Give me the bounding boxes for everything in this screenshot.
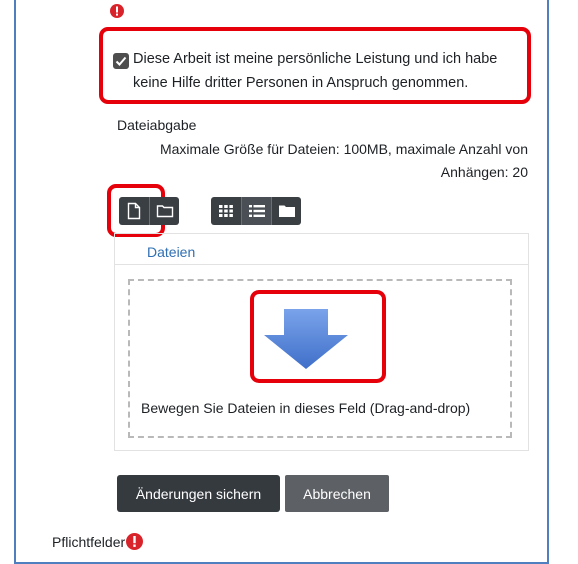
grid-view-icon bbox=[219, 205, 233, 217]
file-limits-text: Maximale Größe für Dateien: 100MB, maxim… bbox=[159, 141, 528, 180]
folder-icon bbox=[156, 205, 173, 218]
declaration-label: Diese Arbeit ist meine persönliche Leist… bbox=[133, 51, 498, 91]
icon-view-button[interactable] bbox=[211, 197, 241, 225]
required-icon bbox=[110, 4, 124, 18]
add-file-button[interactable] bbox=[119, 197, 149, 225]
required-fields-label: Pflichtfelder bbox=[52, 533, 126, 550]
cancel-button[interactable]: Abbrechen bbox=[285, 475, 389, 512]
required-fields-note: Pflichtfelder bbox=[52, 533, 144, 550]
drop-arrow-icon bbox=[264, 309, 348, 369]
list-view-icon bbox=[248, 205, 265, 217]
list-view-button[interactable] bbox=[241, 197, 271, 225]
breadcrumb-files-link[interactable]: Dateien bbox=[147, 244, 195, 260]
file-icon bbox=[127, 202, 141, 220]
frame-border-left bbox=[14, 0, 16, 564]
tree-view-button[interactable] bbox=[271, 197, 301, 225]
panel-divider bbox=[114, 264, 529, 265]
checkmark-icon bbox=[115, 56, 127, 66]
frame-border-right bbox=[547, 0, 549, 564]
folder-view-icon bbox=[278, 205, 295, 217]
required-icon bbox=[126, 533, 144, 550]
dropzone-hint: Bewegen Sie Dateien in dieses Feld (Drag… bbox=[141, 400, 471, 416]
create-folder-button[interactable] bbox=[149, 197, 179, 225]
declaration-checkbox[interactable] bbox=[113, 53, 129, 69]
file-submission-label: Dateiabgabe bbox=[117, 117, 197, 133]
file-actions-toolbar bbox=[119, 197, 179, 225]
view-toolbar bbox=[211, 197, 301, 225]
save-changes-button[interactable]: Änderungen sichern bbox=[117, 475, 280, 512]
